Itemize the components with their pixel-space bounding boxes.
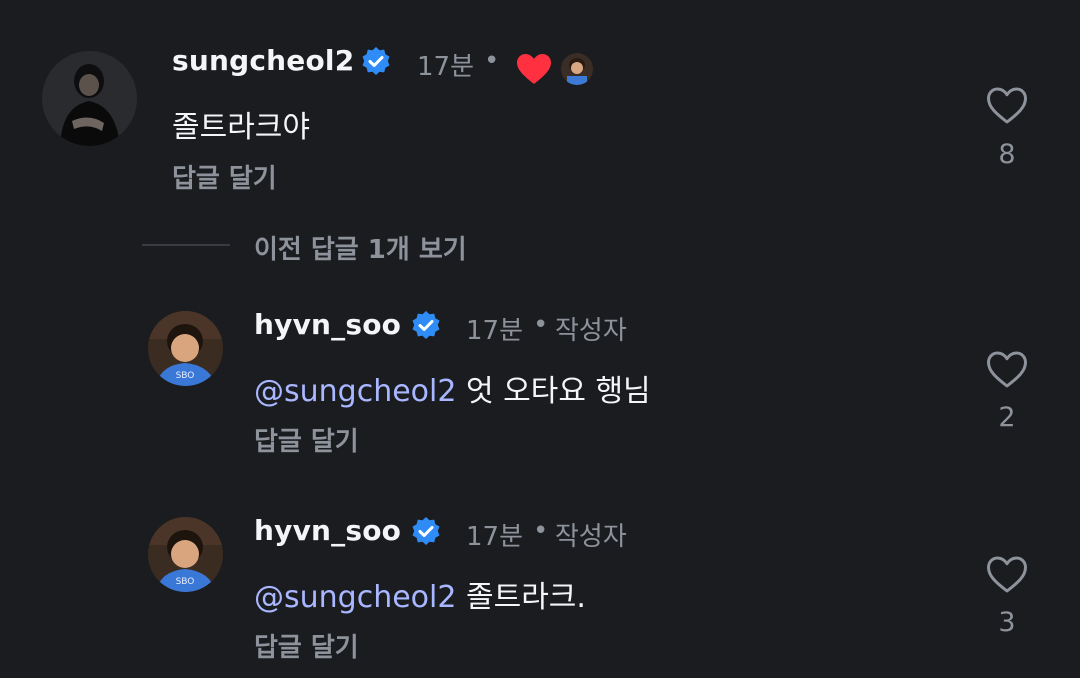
replies-divider (142, 244, 230, 246)
reply-message: 엇 오타요 행님 (456, 374, 651, 409)
reply-message: 졸트라크. (456, 580, 586, 615)
author-badge: 작성자 (555, 522, 627, 552)
reply-button[interactable]: 답글 달기 (254, 421, 359, 458)
reply-time: 17분 (466, 316, 524, 346)
reply-username[interactable]: hyvn_soo (254, 514, 401, 547)
reply-button[interactable]: 답글 달기 (172, 158, 277, 195)
like-count: 2 (998, 402, 1016, 433)
avatar-hyvn-soo[interactable]: SBO (148, 311, 223, 386)
heart-outline-icon[interactable] (985, 84, 1029, 128)
mention-link[interactable]: @sungcheol2 (254, 580, 456, 615)
comment-text: 졸트라크야 (172, 110, 310, 145)
liker-avatar (561, 53, 593, 85)
verified-icon (412, 311, 440, 339)
reply-button[interactable]: 답글 달기 (254, 627, 359, 664)
heart-filled-icon (517, 54, 551, 84)
meta-separator: • (533, 516, 549, 546)
reply-text: @sungcheol2 엇 오타요 행님 (254, 366, 651, 410)
like-count: 8 (998, 139, 1016, 170)
heart-outline-icon[interactable] (985, 553, 1029, 597)
meta-separator: • (484, 46, 500, 76)
reply-time: 17분 (466, 522, 524, 552)
avatar-hyvn-soo[interactable]: SBO (148, 517, 223, 592)
heart-outline-icon[interactable] (985, 348, 1029, 392)
like-count: 3 (998, 607, 1016, 638)
mention-link[interactable]: @sungcheol2 (254, 374, 456, 409)
comment-time: 17분 (417, 52, 475, 82)
comment-username[interactable]: sungcheol2 (172, 44, 354, 77)
avatar-sungcheol2[interactable] (42, 51, 137, 146)
author-badge: 작성자 (555, 316, 627, 346)
view-previous-replies-button[interactable]: 이전 답글 1개 보기 (254, 229, 467, 266)
reply-text: @sungcheol2 졸트라크. (254, 572, 586, 616)
verified-icon (362, 47, 390, 75)
verified-icon (412, 517, 440, 545)
svg-text:SBO: SBO (176, 371, 195, 381)
svg-text:SBO: SBO (176, 577, 195, 587)
meta-separator: • (533, 310, 549, 340)
reply-username[interactable]: hyvn_soo (254, 308, 401, 341)
